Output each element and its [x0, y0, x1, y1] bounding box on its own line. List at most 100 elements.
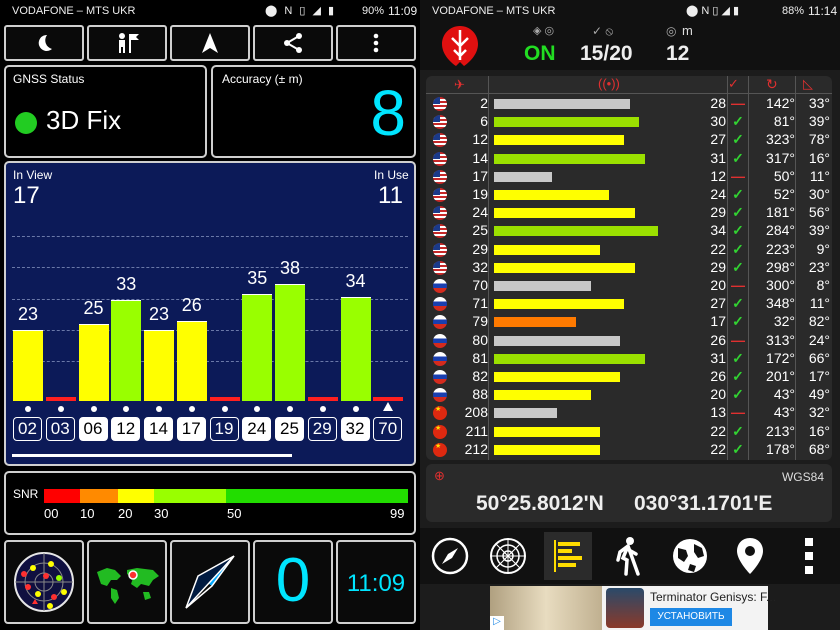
used-check-icon: ✓ — [732, 440, 744, 457]
app-logo-icon[interactable] — [440, 24, 480, 68]
night-mode-icon — [38, 34, 52, 51]
battery-percent: 90% — [362, 5, 385, 17]
satellite-prn-label: 70 — [373, 417, 403, 441]
country-flag-icon — [433, 169, 447, 184]
more-vert-icon — [373, 33, 379, 53]
satellite-number: 32 — [472, 258, 488, 275]
used-col-icon: ✓ — [728, 76, 739, 91]
ad-choices-icon[interactable]: ▷ — [490, 616, 504, 630]
signal-nav-button[interactable] — [544, 532, 592, 580]
signal-strength-bar — [494, 226, 658, 237]
signal-bar — [242, 294, 273, 401]
signal-bar — [275, 284, 305, 401]
signal-icon: ◢ — [312, 5, 321, 17]
azimuth-value: 213° — [766, 422, 795, 439]
gps-marker-icon — [287, 406, 293, 412]
snr-value: 29 — [710, 204, 726, 221]
signal-bar — [176, 321, 207, 401]
more-nav-button[interactable] — [794, 534, 824, 578]
signal-strength-bar — [494, 99, 630, 109]
radar-grid-icon — [490, 538, 526, 574]
satellite-prn-label: 14 — [144, 417, 173, 441]
snr-value: 31 — [710, 349, 726, 366]
satellite-prn-label: 17 — [176, 417, 206, 441]
signal-strength-bar — [494, 244, 600, 255]
satellite-number: 208 — [464, 404, 488, 421]
satellite-prn-label: 32 — [340, 417, 370, 441]
globe-nav-button[interactable] — [668, 534, 712, 578]
elevation-value: 56° — [808, 204, 830, 221]
walk-nav-button[interactable] — [606, 534, 650, 578]
signal-bar — [111, 300, 142, 401]
glonass-marker-icon — [383, 402, 394, 411]
satellite-number: 24 — [472, 204, 488, 221]
azimuth-value: 43° — [773, 404, 795, 421]
signal-bar-value: 33 — [116, 274, 137, 294]
snr-value: 13 — [710, 404, 726, 421]
satellite-prn-label: 29 — [307, 417, 337, 441]
clock-button[interactable]: 11:09 — [336, 540, 416, 624]
compass-button[interactable] — [170, 540, 250, 624]
satellite-number: 6 — [480, 113, 488, 130]
signal-strength-bar — [494, 353, 645, 364]
share-button[interactable] — [253, 25, 333, 61]
gps-state-value: ON — [524, 42, 556, 65]
signal-bar — [13, 330, 43, 401]
ad-install-button[interactable]: УСТАНОВИТЬ — [650, 608, 732, 626]
satellite-row: ★ 211 22 ✓ 213° 16° — [426, 423, 832, 441]
satellite-row: ★ 212 22 ✓ 178° 68° — [426, 441, 832, 459]
coordinates-panel: ⊕ WGS84 50°25.8012'N 030°31.1701'E — [426, 464, 832, 522]
world-map-button[interactable] — [87, 540, 167, 624]
country-flag-icon — [433, 151, 447, 166]
satellite-prn-label: 25 — [275, 417, 304, 441]
radar-button[interactable] — [4, 540, 84, 624]
azimuth-value: 313° — [766, 331, 795, 348]
person-flag-button[interactable] — [87, 25, 167, 61]
used-check-icon: ✓ — [732, 368, 744, 384]
satellite-number: 82 — [472, 368, 488, 384]
location-nav-button[interactable] — [728, 534, 772, 578]
night-mode-button[interactable] — [4, 25, 84, 61]
satellite-prn-label: 12 — [111, 417, 141, 441]
signal-strength-bar — [494, 190, 609, 200]
satellite-row: 81 31 ✓ 172° 66° — [426, 350, 832, 368]
country-flag-icon — [433, 351, 447, 366]
satellite-row: 70 20 — 300° 8° — [426, 277, 832, 295]
satellite-prn-label: 19 — [209, 417, 239, 441]
compass-nav-button[interactable] — [428, 534, 472, 578]
speed-button[interactable]: 0 — [253, 540, 333, 624]
snr-tick: 50 — [227, 506, 242, 521]
status-time: 11:09 — [388, 4, 418, 18]
elevation-value: 17° — [808, 368, 830, 384]
satellite-number: 81 — [472, 349, 488, 366]
ad-banner[interactable]: Terminator Genisys: F... УСТАНОВИТЬ ▷ — [490, 586, 776, 630]
satellite-row: 32 29 ✓ 298° 23° — [426, 259, 832, 277]
azimuth-value: 43° — [773, 386, 795, 403]
radar-nav-button[interactable] — [486, 534, 530, 578]
azimuth-value: 300° — [766, 277, 795, 293]
more-button[interactable] — [336, 25, 416, 61]
satellite-number: 25 — [472, 222, 488, 239]
satellite-row: 82 26 ✓ 201° 17° — [426, 368, 832, 386]
elevation-value: 32° — [808, 404, 830, 421]
unused-dash-icon: — — [731, 404, 745, 421]
globe-icon — [673, 539, 707, 573]
azimuth-value: 323° — [766, 131, 795, 148]
battery-icon: ▮ — [328, 5, 335, 17]
satellite-number: 212 — [464, 440, 488, 457]
carrier-label: VODAFONE – MTS UKR — [432, 5, 556, 17]
satellite-count-value: 15/20 — [580, 42, 633, 65]
satellite-row: 25 34 ✓ 284° 39° — [426, 222, 832, 240]
elevation-value: 33° — [808, 95, 830, 111]
gps-marker-icon — [188, 406, 195, 412]
elevation-value: 78° — [808, 131, 830, 148]
navigation-button[interactable] — [170, 25, 250, 61]
accuracy-value: 12 — [666, 42, 690, 65]
unused-dash-icon: — — [731, 277, 745, 293]
signal-strength-bar — [494, 390, 591, 401]
clock-value: 11:09 — [346, 570, 406, 597]
gps-marker-icon — [156, 406, 162, 412]
nfc-icon: N — [284, 5, 293, 17]
country-flag-icon: ★ — [433, 406, 447, 421]
unused-dash-icon: — — [731, 167, 745, 184]
